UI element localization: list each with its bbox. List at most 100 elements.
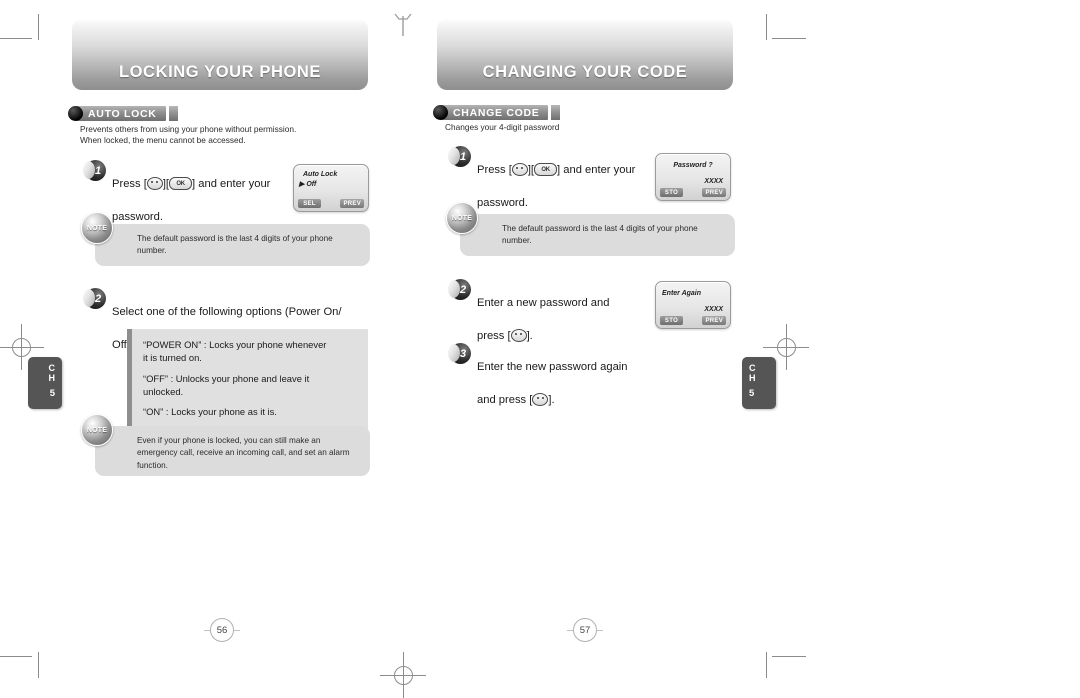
step-number-badge: 1 (448, 146, 471, 167)
chapter-tab-right-h: H (749, 372, 756, 383)
step-number-badge: 1 (83, 160, 106, 181)
section-tag-change-code: CHANGE CODE (433, 105, 561, 120)
navigation-key-icon (146, 177, 163, 191)
chapter-tab-right: C H 5 (742, 357, 776, 409)
navigation-key-icon (510, 328, 527, 342)
send-key-glyph: OK (541, 166, 550, 173)
softkey-sto: STO (660, 316, 683, 325)
banner-title-left: LOCKING YOUR PHONE (118, 63, 322, 81)
note-2-text-left: Even if your phone is locked, you can st… (137, 436, 350, 470)
softkey-sto: STO (660, 188, 683, 197)
send-key-glyph: OK (176, 180, 185, 187)
softkey-prev: PREV (702, 188, 726, 197)
step-3-right: 3 Enter the new password again and press… (448, 343, 660, 408)
note-box-1-right: NOTE The default password is the last 4 … (446, 202, 735, 256)
send-key-icon: OK (169, 177, 193, 191)
chapter-banner-right: CHANGING YOUR CODE (437, 18, 733, 90)
note-badge-label: NOTE (451, 214, 473, 222)
lcd-line-2: ▶ Off (299, 181, 317, 188)
chapter-tab-left-letters: C H (48, 363, 56, 383)
section-tag-cap (168, 106, 178, 121)
step-1-line1-suffix: ] and enter your (192, 178, 271, 191)
step-1-line2: password. (112, 210, 163, 223)
registration-circle-right (777, 338, 796, 357)
step-3-line1: Enter the new password again (477, 361, 628, 374)
step-2-line2-suffix: ]. (526, 329, 533, 342)
section-bullet-icon (433, 105, 448, 120)
note-1-text-left: The default password is the last 4 digit… (137, 234, 333, 256)
page-number-left: 56 (204, 618, 240, 642)
step-number-badge: 2 (83, 288, 106, 309)
page-right: CHANGING YOUR CODE CHANGE CODE Changes y… (400, 0, 770, 694)
step-number-badge: 2 (448, 279, 471, 300)
lcd-line-2: XXXX (704, 306, 723, 313)
step-1-line1-prefix: Press [ (112, 178, 147, 191)
option-power-on: “POWER ON” : Locks your phone whenever i… (143, 339, 327, 364)
chapter-tab-left-h: H (48, 372, 56, 383)
note-badge-label: NOTE (86, 224, 108, 232)
lcd-line-1: Password ? (673, 162, 713, 169)
section-description-left: Prevents others from using your phone wi… (80, 124, 297, 146)
crop-mark-bottom-right-h (772, 656, 806, 657)
step-1-line2: password. (477, 196, 528, 209)
step-number-text: 1 (459, 150, 467, 163)
section-description-right: Changes your 4-digit password (445, 122, 560, 132)
note-badge-icon: NOTE (81, 212, 113, 244)
softkey-prev: PREV (702, 316, 726, 325)
crop-mark-top-left-h (0, 38, 32, 39)
send-key-icon: OK (534, 163, 558, 177)
section-bullet-icon (68, 106, 83, 121)
step-3-text-right: Enter the new password again and press [… (477, 343, 628, 408)
lcd-line-1: Auto Lock (303, 171, 338, 178)
step-1-line1-prefix: Press [ (477, 164, 512, 177)
phone-screen-auto-lock: Auto Lock ▶ Off SEL PREV (293, 164, 369, 212)
step-number-text: 1 (94, 164, 102, 177)
phone-screen-enter-again: Enter Again XXXX STO PREV (655, 281, 731, 329)
page-number-right-text: 57 (579, 624, 591, 636)
step-2-line1: Enter a new password and (477, 297, 610, 310)
chapter-tab-right-number: 5 (749, 388, 755, 399)
phone-screen-password: Password ? XXXX STO PREV (655, 153, 731, 201)
step-number-text: 2 (94, 292, 102, 305)
registration-circle-left (12, 338, 31, 357)
section-tag-label: AUTO LOCK (76, 106, 166, 121)
step-2-line1: Select one of the following options (Pow… (112, 306, 342, 319)
options-box: “POWER ON” : Locks your phone whenever i… (127, 329, 368, 430)
step-3-line2-suffix: ]. (548, 393, 555, 406)
softkey-sel: SEL (298, 199, 321, 208)
note-badge-icon: NOTE (81, 414, 113, 446)
step-number-badge: 3 (448, 343, 471, 364)
chapter-tab-left: C H 5 (28, 357, 62, 409)
section-tag-auto-lock: AUTO LOCK (68, 106, 178, 121)
navigation-key-icon (511, 163, 528, 177)
note-box-1-left: NOTE The default password is the last 4 … (81, 212, 370, 266)
section-tag-cap (551, 105, 561, 120)
note-box-2-left: NOTE Even if your phone is locked, you c… (81, 414, 370, 476)
banner-title-right: CHANGING YOUR CODE (482, 63, 688, 81)
page-number-left-text: 56 (216, 624, 228, 636)
crop-mark-top-right-h (772, 38, 806, 39)
step-3-line2-prefix: and press [ (477, 393, 533, 406)
chapter-tab-left-number: 5 (49, 388, 55, 399)
step-number-text: 2 (459, 283, 467, 296)
step-2-right: 2 Enter a new password and press []. (448, 279, 650, 344)
option-off: “OFF” : Unlocks your phone and leave it … (143, 372, 310, 398)
navigation-key-icon (532, 392, 549, 406)
note-1-text-right: The default password is the last 4 digit… (502, 224, 698, 246)
lcd-line-2: XXXX (704, 178, 723, 185)
note-badge-label: NOTE (86, 426, 108, 434)
page-left: LOCKING YOUR PHONE AUTO LOCK Prevents ot… (35, 0, 405, 694)
page-number-right: 57 (567, 618, 603, 642)
note-badge-icon: NOTE (446, 202, 478, 234)
chapter-banner-left: LOCKING YOUR PHONE (72, 18, 368, 90)
lcd-line-1: Enter Again (662, 290, 702, 297)
option-on: “ON” : Locks your phone as it is. (143, 406, 277, 418)
chapter-tab-right-letters: C H (749, 363, 756, 383)
step-2-text-right: Enter a new password and press []. (477, 279, 609, 344)
step-number-text: 3 (459, 347, 467, 360)
section-tag-label: CHANGE CODE (441, 105, 549, 120)
crop-mark-bottom-left-h (0, 656, 32, 657)
step-1-line1-suffix: ] and enter your (557, 164, 636, 177)
step-2-line2-prefix: press [ (477, 329, 511, 342)
softkey-prev: PREV (340, 199, 364, 208)
